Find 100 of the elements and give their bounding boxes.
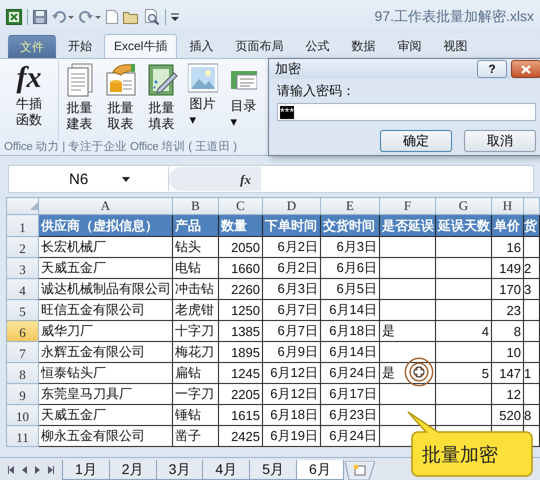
picture-icon <box>188 63 218 93</box>
column-header[interactable]: H <box>492 198 524 214</box>
column-header[interactable]: C <box>218 198 262 214</box>
table-cell: 6月3日 <box>320 236 380 258</box>
table-cell <box>380 300 436 320</box>
redo-icon[interactable] <box>79 10 101 24</box>
ribbon-tab[interactable]: 审阅 <box>387 34 432 58</box>
dropdown-caret-icon[interactable] <box>122 176 130 182</box>
row-header[interactable]: 3 <box>6 258 38 278</box>
table-cell: 1250 <box>218 300 262 320</box>
save-icon[interactable] <box>33 10 47 24</box>
column-heading-cell: 数量 <box>218 214 262 236</box>
column-heading-cell: 产品 <box>172 214 218 236</box>
table-cell: 1615 <box>218 404 262 426</box>
column-heading-cell: 交货时间 <box>320 214 380 236</box>
scroll-left-icon[interactable] <box>21 466 28 474</box>
name-box[interactable]: N6 <box>9 167 169 191</box>
folder-icon[interactable] <box>123 10 139 24</box>
table-cell: 8 <box>492 320 524 342</box>
ribbon-button[interactable]: fx 牛插 函数 <box>0 61 59 140</box>
table-cell: 6月17日 <box>320 384 380 404</box>
table-cell <box>436 278 492 300</box>
ribbon-tab[interactable]: 视图 <box>433 34 478 58</box>
row-header[interactable]: 6 <box>6 320 38 342</box>
table-cell <box>436 300 492 320</box>
row-header[interactable]: 5 <box>6 300 38 320</box>
table-cell: 6月18日 <box>320 320 380 342</box>
column-heading-cell: 供应商（虚拟信息） <box>38 214 172 236</box>
password-label: 请输入密码： <box>277 82 356 100</box>
sheet-tab[interactable]: 1月 <box>62 460 110 480</box>
table-cell: 10 <box>492 342 524 362</box>
sheet-tab[interactable]: 3月 <box>156 460 204 480</box>
cancel-button[interactable]: 取消 <box>464 130 536 152</box>
ribbon-button[interactable]: 批量 取表 <box>100 61 141 140</box>
table-cell: 6月3日 <box>262 278 320 300</box>
table-cell: 2260 <box>218 278 262 300</box>
column-heading-cell: 是否延误 <box>380 214 436 236</box>
table-cell: 6月19日 <box>262 426 320 446</box>
scroll-right-icon[interactable] <box>34 466 41 474</box>
table-cell: 恒泰钻头厂 <box>38 362 172 384</box>
row-header[interactable]: 10 <box>6 404 38 426</box>
ribbon-tab[interactable]: Excel牛插 <box>104 34 178 58</box>
insert-function-button[interactable]: fx <box>169 167 261 191</box>
print-preview-icon[interactable] <box>144 9 160 25</box>
close-icon[interactable] <box>521 64 531 74</box>
column-heading-cell: 延误天数 <box>436 214 492 236</box>
close-button[interactable] <box>511 60 540 78</box>
row-header[interactable]: 1 <box>6 214 38 236</box>
table-cell: 2050 <box>218 236 262 258</box>
ribbon-tab[interactable]: 数据 <box>341 34 386 58</box>
table-cell: 梅花刀 <box>172 342 218 362</box>
column-heading-cell: 单价 <box>492 214 524 236</box>
table-cell: 6月14日 <box>320 300 380 320</box>
table-cell: 2205 <box>218 384 262 404</box>
ribbon-tab[interactable]: 公式 <box>295 34 340 58</box>
table-cell <box>436 236 492 258</box>
scroll-right-icon[interactable] <box>47 466 54 474</box>
row-header[interactable]: 2 <box>6 236 38 258</box>
notebook-pencil-icon <box>146 63 178 97</box>
table-cell <box>380 342 436 362</box>
sheet-tab[interactable]: 6月 <box>296 460 344 480</box>
table-cell: 6月2日 <box>262 258 320 278</box>
ribbon-tab[interactable]: 开始 <box>58 34 102 58</box>
new-document-icon[interactable] <box>106 10 118 24</box>
table-cell: 是 <box>380 320 436 342</box>
table-cell: 12 <box>492 384 524 404</box>
scroll-left-icon[interactable] <box>8 466 15 474</box>
ribbon-tab[interactable]: 插入 <box>179 34 224 58</box>
row-header[interactable]: 11 <box>6 426 38 446</box>
ribbon-button[interactable]: 图片 ▾ <box>182 61 223 140</box>
row-header[interactable]: 7 <box>6 342 38 362</box>
table-cell: 149 <box>492 258 524 278</box>
table-cell: 6月14日 <box>320 342 380 362</box>
column-header[interactable]: G <box>436 198 492 214</box>
table-cell: 16 <box>492 236 524 258</box>
ribbon-button[interactable]: 批量 填表 <box>141 61 182 140</box>
ribbon-button[interactable]: 目录 ▾ <box>223 61 264 140</box>
undo-icon[interactable] <box>52 10 74 24</box>
sheet-tab[interactable]: 2月 <box>108 460 157 480</box>
ribbon-button[interactable]: 批量 建表 <box>59 61 100 140</box>
table-cell: 1660 <box>218 258 262 278</box>
column-header[interactable]: D <box>262 198 320 214</box>
row-header[interactable]: 9 <box>6 384 38 404</box>
ribbon-tab[interactable]: 页面布局 <box>225 34 294 58</box>
column-header[interactable]: F <box>380 198 436 214</box>
column-header[interactable]: E <box>320 198 380 214</box>
sheet-tab[interactable]: 4月 <box>202 460 250 480</box>
row-header[interactable]: 8 <box>6 362 38 384</box>
column-header[interactable]: B <box>172 198 218 214</box>
table-cell: 147 <box>492 362 524 384</box>
insert-sheet-icon[interactable] <box>344 461 375 480</box>
table-cell <box>380 258 436 278</box>
row-header[interactable]: 4 <box>6 278 38 300</box>
column-header[interactable]: A <box>38 198 172 214</box>
help-button[interactable]: ? <box>477 60 507 78</box>
ok-button[interactable]: 确定 <box>380 130 452 152</box>
password-field[interactable]: *** <box>277 103 536 121</box>
customize-caret-icon[interactable] <box>171 12 179 22</box>
table-cell: 凿子 <box>172 426 218 446</box>
sheet-tab[interactable]: 5月 <box>249 460 297 480</box>
